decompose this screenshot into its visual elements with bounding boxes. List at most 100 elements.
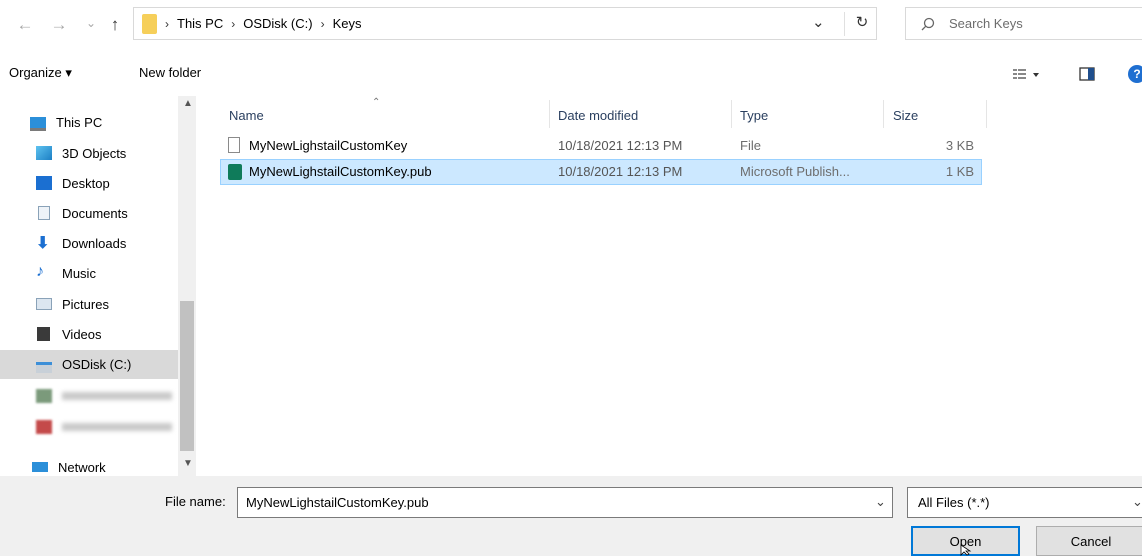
forward-arrow-icon: →: [50, 15, 68, 34]
nav-item-label: Pictures: [62, 297, 109, 312]
file-name-label: File name:: [165, 494, 226, 509]
column-header-name[interactable]: Name: [229, 108, 264, 123]
nav-item-label: Desktop: [62, 176, 110, 191]
help-button[interactable]: ?: [1128, 65, 1142, 83]
file-name: MyNewLighstailCustomKey: [249, 138, 408, 153]
blurred-label: [62, 392, 172, 400]
publisher-file-icon: [228, 164, 242, 180]
breadcrumb-separator-icon: ›: [320, 16, 325, 31]
folder-icon: [142, 13, 157, 34]
column-divider[interactable]: [731, 100, 732, 128]
file-type-filter-value: All Files (*.*): [918, 495, 990, 510]
address-dropdown-icon[interactable]: ⌄: [812, 13, 825, 31]
file-size: 1 KB: [945, 164, 974, 179]
file-type: Microsoft Publish...: [740, 164, 850, 179]
nav-item-label: OSDisk (C:): [62, 357, 132, 372]
view-options-button[interactable]: [1012, 66, 1042, 82]
blurred-drive-icon: [36, 389, 52, 403]
refresh-icon: ↻: [855, 14, 869, 31]
column-header-size[interactable]: Size: [893, 108, 918, 123]
desktop-icon: [36, 176, 52, 190]
download-icon: ⬇: [36, 235, 50, 252]
nav-item-blurred-drive-1[interactable]: [0, 382, 178, 411]
nav-item-label: Network: [58, 460, 106, 475]
filter-dropdown-icon[interactable]: ⌄: [1132, 494, 1142, 510]
file-type-filter-select[interactable]: All Files (*.*) ⌄: [907, 487, 1142, 518]
column-header-type[interactable]: Type: [740, 108, 768, 123]
nav-item-osdisk[interactable]: OSDisk (C:): [0, 350, 178, 379]
column-divider[interactable]: [549, 100, 550, 128]
address-bar-divider: [844, 12, 845, 36]
preview-pane-button[interactable]: [1079, 67, 1095, 81]
column-divider[interactable]: [986, 100, 987, 128]
address-bar[interactable]: › This PC › OSDisk (C:) › Keys ⌄: [133, 7, 877, 40]
nav-item-documents[interactable]: Documents: [0, 199, 178, 228]
nav-item-pictures[interactable]: Pictures: [0, 290, 178, 319]
breadcrumb-separator-icon: ›: [231, 16, 236, 31]
nav-item-label: Music: [62, 266, 96, 281]
nav-item-label: Documents: [62, 206, 128, 221]
cancel-button-label: Cancel: [1070, 533, 1112, 549]
nav-item-label: 3D Objects: [62, 146, 127, 161]
pictures-icon: [36, 298, 52, 310]
breadcrumb-keys[interactable]: Keys: [333, 16, 362, 31]
nav-item-label: Videos: [62, 327, 102, 342]
refresh-button[interactable]: ↻: [851, 13, 873, 35]
nav-item-label: This PC: [56, 115, 103, 130]
help-icon: ?: [1133, 67, 1141, 81]
nav-item-3d-objects[interactable]: 3D Objects: [0, 139, 178, 168]
file-size: 3 KB: [945, 138, 974, 153]
command-bar: Organize ▾ New folder ?: [0, 58, 1142, 90]
file-name-combobox[interactable]: MyNewLighstailCustomKey.pub ⌄: [237, 487, 893, 518]
forward-button[interactable]: →: [48, 14, 70, 36]
file-date: 10/18/2021 12:13 PM: [558, 164, 683, 179]
breadcrumb-separator-icon: ›: [165, 16, 169, 31]
scrollbar-thumb[interactable]: [180, 301, 194, 451]
file-type: File: [740, 138, 761, 153]
scroll-up-icon[interactable]: ▲: [183, 98, 193, 109]
music-icon: ♪: [36, 263, 44, 280]
nav-item-label: Downloads: [62, 236, 127, 251]
nav-item-desktop[interactable]: Desktop: [0, 169, 178, 198]
nav-item-this-pc[interactable]: This PC: [0, 108, 178, 137]
organize-button[interactable]: Organize ▾: [9, 65, 72, 81]
search-icon: [921, 17, 935, 31]
videos-icon: [37, 327, 50, 341]
file-name: MyNewLighstailCustomKey.pub: [249, 164, 432, 179]
network-icon: [32, 462, 48, 472]
file-date: 10/18/2021 12:13 PM: [558, 138, 683, 153]
breadcrumb-this-pc[interactable]: This PC: [177, 16, 223, 31]
mouse-cursor-icon: [960, 544, 972, 556]
file-name-dropdown-icon[interactable]: ⌄: [875, 494, 886, 510]
file-icon: [228, 137, 240, 153]
nav-item-music[interactable]: ♪ Music: [0, 259, 178, 288]
file-name-input[interactable]: MyNewLighstailCustomKey.pub: [246, 495, 429, 510]
up-arrow-icon: ↑: [110, 15, 120, 34]
breadcrumb-osdisk[interactable]: OSDisk (C:): [243, 16, 312, 31]
nav-item-blurred-drive-2[interactable]: [0, 413, 178, 442]
blurred-drive-icon: [36, 420, 52, 434]
recent-locations-button[interactable]: ⌄: [80, 12, 102, 34]
new-folder-button[interactable]: New folder: [139, 65, 201, 80]
view-list-icon: [1013, 69, 1039, 79]
column-divider[interactable]: [883, 100, 884, 128]
blurred-label: [62, 423, 172, 431]
chevron-down-icon: ⌄: [85, 16, 97, 30]
preview-pane-icon: [1079, 67, 1095, 81]
file-row-selected[interactable]: MyNewLighstailCustomKey.pub 10/18/2021 1…: [220, 159, 982, 185]
nav-item-downloads[interactable]: ⬇ Downloads: [0, 229, 178, 258]
cancel-button[interactable]: Cancel: [1036, 526, 1142, 556]
pc-icon: [30, 117, 46, 131]
up-button[interactable]: ↑: [104, 14, 126, 36]
nav-pane-scrollbar[interactable]: ▲ ▼: [178, 96, 196, 476]
documents-icon: [38, 206, 50, 220]
drive-icon: [36, 362, 52, 373]
scroll-down-icon[interactable]: ▼: [183, 458, 193, 469]
column-header-date-modified[interactable]: Date modified: [558, 108, 638, 123]
cube-icon: [36, 146, 52, 160]
search-box[interactable]: Search Keys: [905, 7, 1142, 40]
nav-item-videos[interactable]: Videos: [0, 320, 178, 349]
search-placeholder: Search Keys: [949, 16, 1023, 31]
file-row[interactable]: MyNewLighstailCustomKey 10/18/2021 12:13…: [220, 133, 982, 159]
back-button[interactable]: ←: [14, 14, 36, 36]
